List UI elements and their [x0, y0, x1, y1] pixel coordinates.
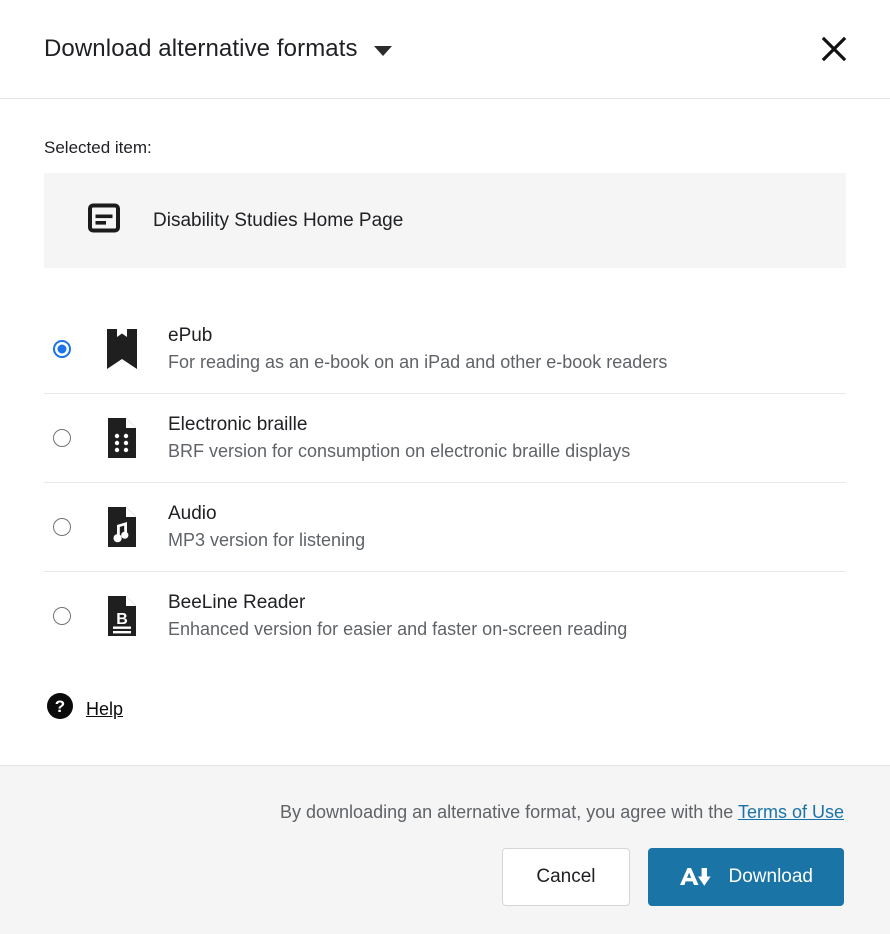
download-button[interactable]: Download [647, 848, 844, 906]
help-link[interactable]: Help [86, 698, 123, 720]
terms-of-use-link[interactable]: Terms of Use [738, 802, 844, 822]
format-text-beeline: BeeLine Reader Enhanced version for easi… [168, 591, 846, 641]
dialog-title-group[interactable]: Download alternative formats [44, 35, 812, 63]
selected-item-panel: Disability Studies Home Page [44, 173, 846, 268]
close-icon [819, 34, 849, 64]
radio-beeline[interactable] [53, 607, 71, 625]
svg-text:B: B [116, 611, 128, 628]
radio-epub[interactable] [53, 339, 71, 358]
cancel-button[interactable]: Cancel [502, 848, 630, 906]
beeline-document-icon: B [102, 595, 142, 637]
format-text-epub: ePub For reading as an e-book on an iPad… [168, 324, 846, 374]
dialog-header: Download alternative formats [0, 0, 890, 99]
format-name-audio: Audio [168, 503, 217, 524]
close-button[interactable] [812, 27, 856, 71]
footer-actions: Cancel Download [44, 848, 844, 906]
format-desc-braille: BRF version for consumption on electroni… [168, 441, 631, 461]
help-circle-icon: ? [46, 692, 74, 725]
web-page-icon [88, 202, 120, 239]
format-text-braille: Electronic braille BRF version for consu… [168, 413, 846, 463]
svg-text:?: ? [55, 697, 65, 716]
format-option-epub[interactable]: ePub For reading as an e-book on an iPad… [44, 304, 846, 393]
format-name-epub: ePub [168, 324, 213, 346]
format-name-braille: Electronic braille [168, 414, 308, 435]
format-desc-audio: MP3 version for listening [168, 530, 366, 550]
chevron-down-icon[interactable] [373, 46, 392, 56]
selected-item-title: Disability Studies Home Page [153, 210, 404, 231]
text-download-icon [679, 866, 713, 888]
book-icon [102, 328, 142, 370]
help-row[interactable]: ? Help [46, 692, 846, 725]
terms-notice: By downloading an alternative format, yo… [44, 801, 844, 823]
audio-document-icon [102, 506, 142, 548]
format-option-audio[interactable]: Audio MP3 version for listening [44, 482, 846, 571]
format-desc-epub: For reading as an e-book on an iPad and … [168, 351, 668, 372]
format-text-audio: Audio MP3 version for listening [168, 502, 846, 552]
dialog-footer: By downloading an alternative format, yo… [0, 765, 890, 934]
format-name-beeline: BeeLine Reader [168, 592, 306, 613]
format-option-beeline[interactable]: B BeeLine Reader Enhanced version for ea… [44, 571, 846, 660]
selected-item-label: Selected item: [44, 138, 152, 157]
format-options-list: ePub For reading as an e-book on an iPad… [44, 304, 846, 660]
download-button-label: Download [728, 866, 814, 887]
page-title: Download alternative formats [44, 35, 358, 62]
radio-audio[interactable] [53, 518, 71, 536]
format-option-braille[interactable]: Electronic braille BRF version for consu… [44, 393, 846, 482]
braille-document-icon [102, 417, 142, 459]
terms-notice-text: By downloading an alternative format, yo… [280, 802, 738, 822]
radio-braille[interactable] [53, 429, 71, 447]
download-alternative-formats-dialog: Download alternative formats Selected it… [0, 0, 890, 934]
format-desc-beeline: Enhanced version for easier and faster o… [168, 619, 628, 639]
dialog-body: Selected item: Disability Studies Home P… [0, 99, 890, 765]
